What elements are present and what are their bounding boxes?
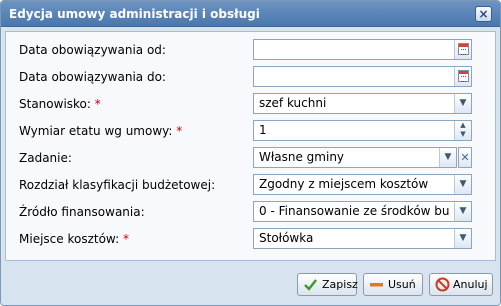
date-to-calendar-button[interactable] [454,67,471,86]
date-from-field[interactable] [253,39,472,60]
cost-center-value: Stołówka [259,231,314,245]
chevron-down-icon[interactable]: ▼ [454,229,471,248]
dialog-footer: Zapisz Usuń Anuluj [1,265,500,305]
cancel-button-label: Anuluj [453,278,488,291]
close-button[interactable]: × [475,6,492,22]
dialog-titlebar: Edycja umowy administracji i obsługi × [1,1,500,27]
budget-chapter-label: Rozdział klasyfikacji budżetowej: [19,178,216,192]
spinner-down-icon[interactable]: ▼ [455,130,471,139]
chevron-down-icon[interactable]: ▼ [454,175,471,194]
funding-source-select[interactable]: 0 - Finansowanie ze środków budżetowych … [253,201,472,222]
cancel-button[interactable]: Anuluj [429,273,493,296]
budget-chapter-value: Zgodny z miejscem kosztów [259,177,429,191]
chevron-down-icon[interactable]: ▼ [454,94,471,113]
position-label: Stanowisko: * [19,97,101,111]
cost-center-label: Miejsce kosztów: * [19,232,129,246]
funding-source-label: Źródło finansowania: [19,205,145,219]
position-label-text: Stanowisko: [19,97,91,111]
position-value: szef kuchni [259,96,327,110]
fte-label: Wymiar etatu wg umowy: * [19,124,182,138]
form-body: Data obowiązywania od: Data obowiązywani… [5,31,496,261]
funding-source-value: 0 - Finansowanie ze środków budżetowych [259,204,449,218]
dialog-title: Edycja umowy administracji i obsługi [9,7,260,21]
date-to-label: Data obowiązywania do: [19,70,166,84]
delete-button-label: Usuń [388,278,416,291]
required-mark: * [94,97,101,111]
save-button-label: Zapisz [322,278,358,291]
calendar-icon [458,43,469,55]
date-from-label: Data obowiązywania od: [19,43,166,57]
task-label: Zadanie: [19,151,72,165]
save-button[interactable]: Zapisz [297,273,358,296]
date-to-field[interactable] [253,66,472,87]
required-mark: * [122,232,129,246]
chevron-down-icon[interactable]: ▼ [439,148,456,167]
checkmark-icon [304,279,317,291]
no-entry-icon [435,277,450,292]
edit-contract-dialog: Edycja umowy administracji i obsługi × D… [0,0,501,306]
budget-chapter-select[interactable]: Zgodny z miejscem kosztów ▼ [253,174,472,195]
task-select[interactable]: Własne gminy ▼ [253,147,457,168]
date-from-calendar-button[interactable] [454,40,471,59]
spinner-arrows-icon[interactable]: ▲ ▼ [454,121,471,140]
fte-label-text: Wymiar etatu wg umowy: [19,124,173,138]
chevron-down-icon[interactable]: ▼ [454,202,471,221]
close-icon: × [478,7,489,21]
calendar-icon [458,70,469,82]
task-value: Własne gminy [259,150,345,164]
required-mark: * [176,124,183,138]
minus-icon [370,283,383,287]
position-select[interactable]: szef kuchni ▼ [253,93,472,114]
clear-icon[interactable]: ✕ [458,147,472,168]
delete-button[interactable]: Usuń [363,273,423,296]
fte-spinner[interactable]: 1 ▲ ▼ [253,120,472,141]
cost-center-select[interactable]: Stołówka ▼ [253,228,472,249]
fte-value: 1 [259,123,267,137]
spinner-up-icon[interactable]: ▲ [455,121,471,130]
cost-center-label-text: Miejsce kosztów: [19,232,120,246]
